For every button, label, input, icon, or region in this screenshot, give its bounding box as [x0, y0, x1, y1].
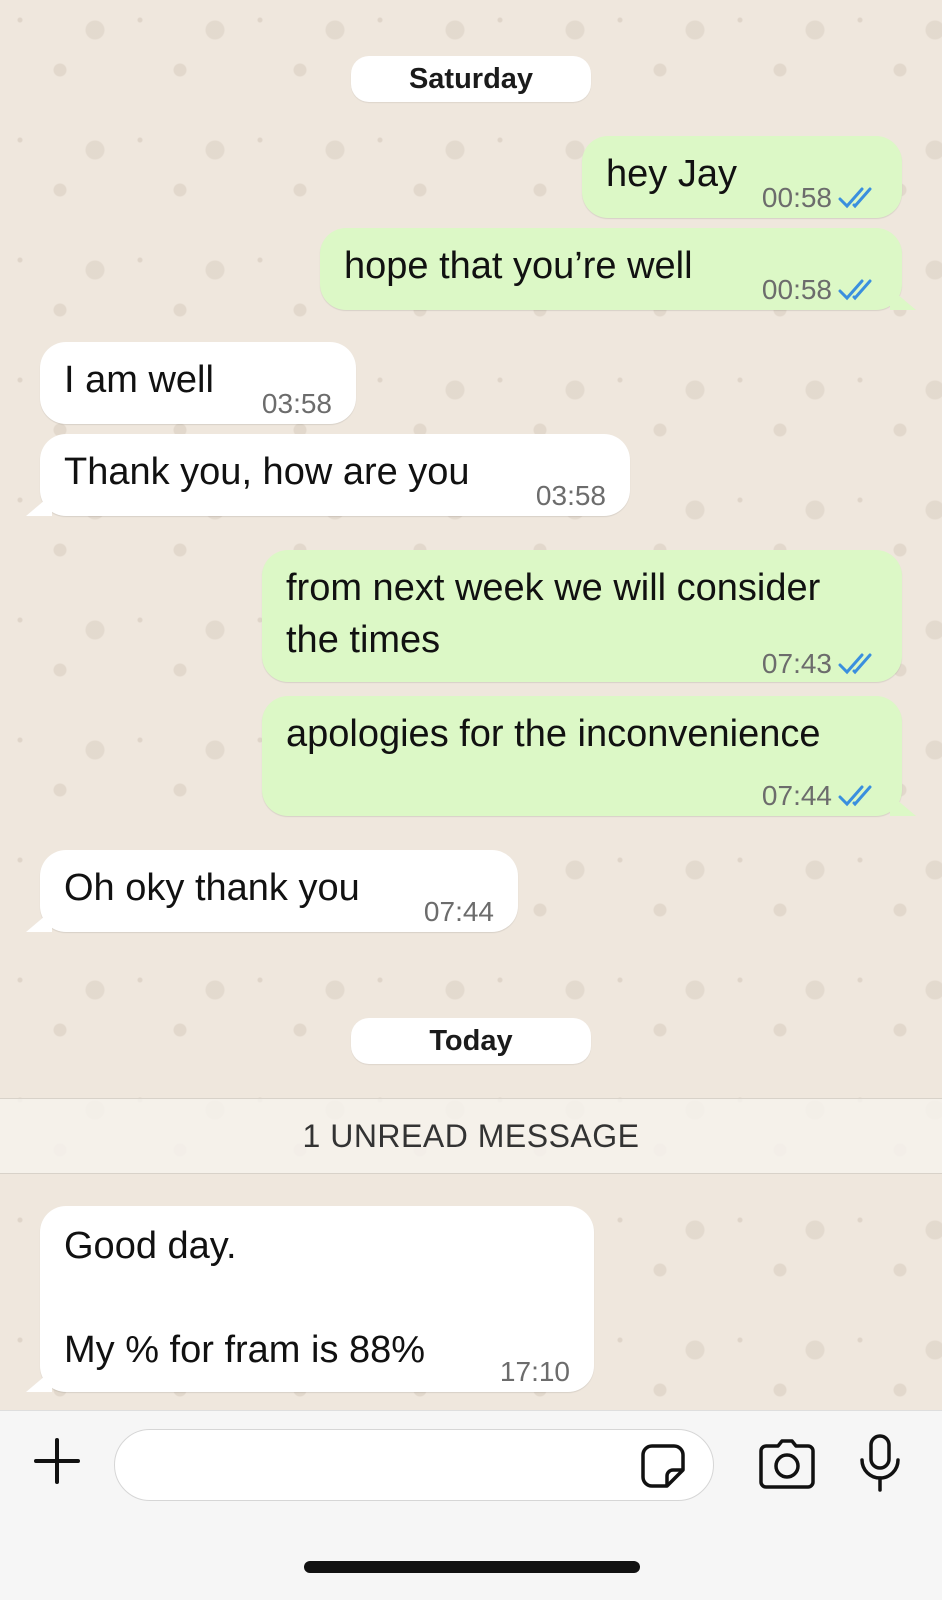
message-input-field[interactable]	[114, 1429, 714, 1501]
message-meta: 07:44	[424, 886, 494, 938]
message-outgoing[interactable]: hey Jay 00:58	[582, 136, 902, 218]
home-indicator[interactable]	[304, 1561, 640, 1573]
message-time: 17:10	[499, 1356, 570, 1387]
message-time: 07:43	[761, 648, 832, 679]
message-text: the times	[286, 619, 441, 661]
message-outgoing[interactable]: apologies for the inconvenience 07:44	[262, 696, 916, 816]
message-input[interactable]	[115, 1430, 713, 1500]
read-receipt-icon	[838, 277, 878, 303]
message-meta: 07:43	[762, 638, 878, 690]
message-incoming[interactable]: I am well 03:58	[40, 342, 356, 424]
message-meta: 00:58	[762, 172, 878, 224]
message-text: from next week we will consider	[286, 567, 821, 609]
message-outgoing[interactable]: hope that you’re well 00:58	[320, 228, 916, 310]
message-incoming[interactable]: Oh oky thank you 07:44	[26, 850, 518, 932]
microphone-icon[interactable]	[856, 1433, 904, 1493]
unread-label: 1 UNREAD MESSAGE	[302, 1117, 640, 1154]
message-text: Good day.	[64, 1225, 237, 1267]
message-time: 03:58	[261, 388, 332, 419]
message-text: hope that you’re well	[344, 245, 693, 287]
date-separator-today: Today	[351, 1018, 591, 1064]
date-separator-saturday: Saturday	[351, 56, 591, 102]
message-text: I am well	[64, 359, 214, 401]
message-meta: 17:10	[500, 1346, 570, 1398]
message-text: Thank you, how are you	[64, 451, 470, 493]
message-time: 00:58	[761, 182, 832, 213]
message-meta: 03:58	[536, 470, 606, 522]
message-time: 07:44	[423, 896, 494, 927]
message-input-bar	[0, 1410, 942, 1600]
message-text: Oh oky thank you	[64, 867, 360, 909]
date-label: Today	[429, 1024, 513, 1057]
message-outgoing[interactable]: from next week we will consider the time…	[262, 550, 902, 682]
read-receipt-icon	[838, 185, 878, 211]
date-label: Saturday	[408, 62, 534, 95]
message-text: hey Jay	[606, 153, 737, 195]
camera-icon[interactable]	[758, 1438, 816, 1490]
sticker-icon[interactable]	[640, 1443, 686, 1489]
message-meta: 03:58	[262, 378, 332, 430]
message-time: 00:58	[761, 274, 832, 305]
chat-area[interactable]: Saturday hey Jay 00:58 hope that you’re …	[0, 0, 942, 1410]
unread-messages-banner: 1 UNREAD MESSAGE	[0, 1098, 942, 1174]
message-meta: 07:44	[762, 770, 878, 822]
message-text: My % for fram is 88%	[64, 1329, 426, 1371]
message-incoming[interactable]: Thank you, how are you 03:58	[26, 434, 630, 516]
read-receipt-icon	[838, 651, 878, 677]
plus-icon[interactable]	[30, 1434, 84, 1488]
message-time: 07:44	[761, 780, 832, 811]
message-text: apologies for the inconvenience	[286, 713, 821, 755]
message-incoming[interactable]: Good day. My % for fram is 88% 17:10	[26, 1206, 594, 1392]
message-time: 03:58	[535, 480, 606, 511]
read-receipt-icon	[838, 783, 878, 809]
message-meta: 00:58	[762, 264, 878, 316]
